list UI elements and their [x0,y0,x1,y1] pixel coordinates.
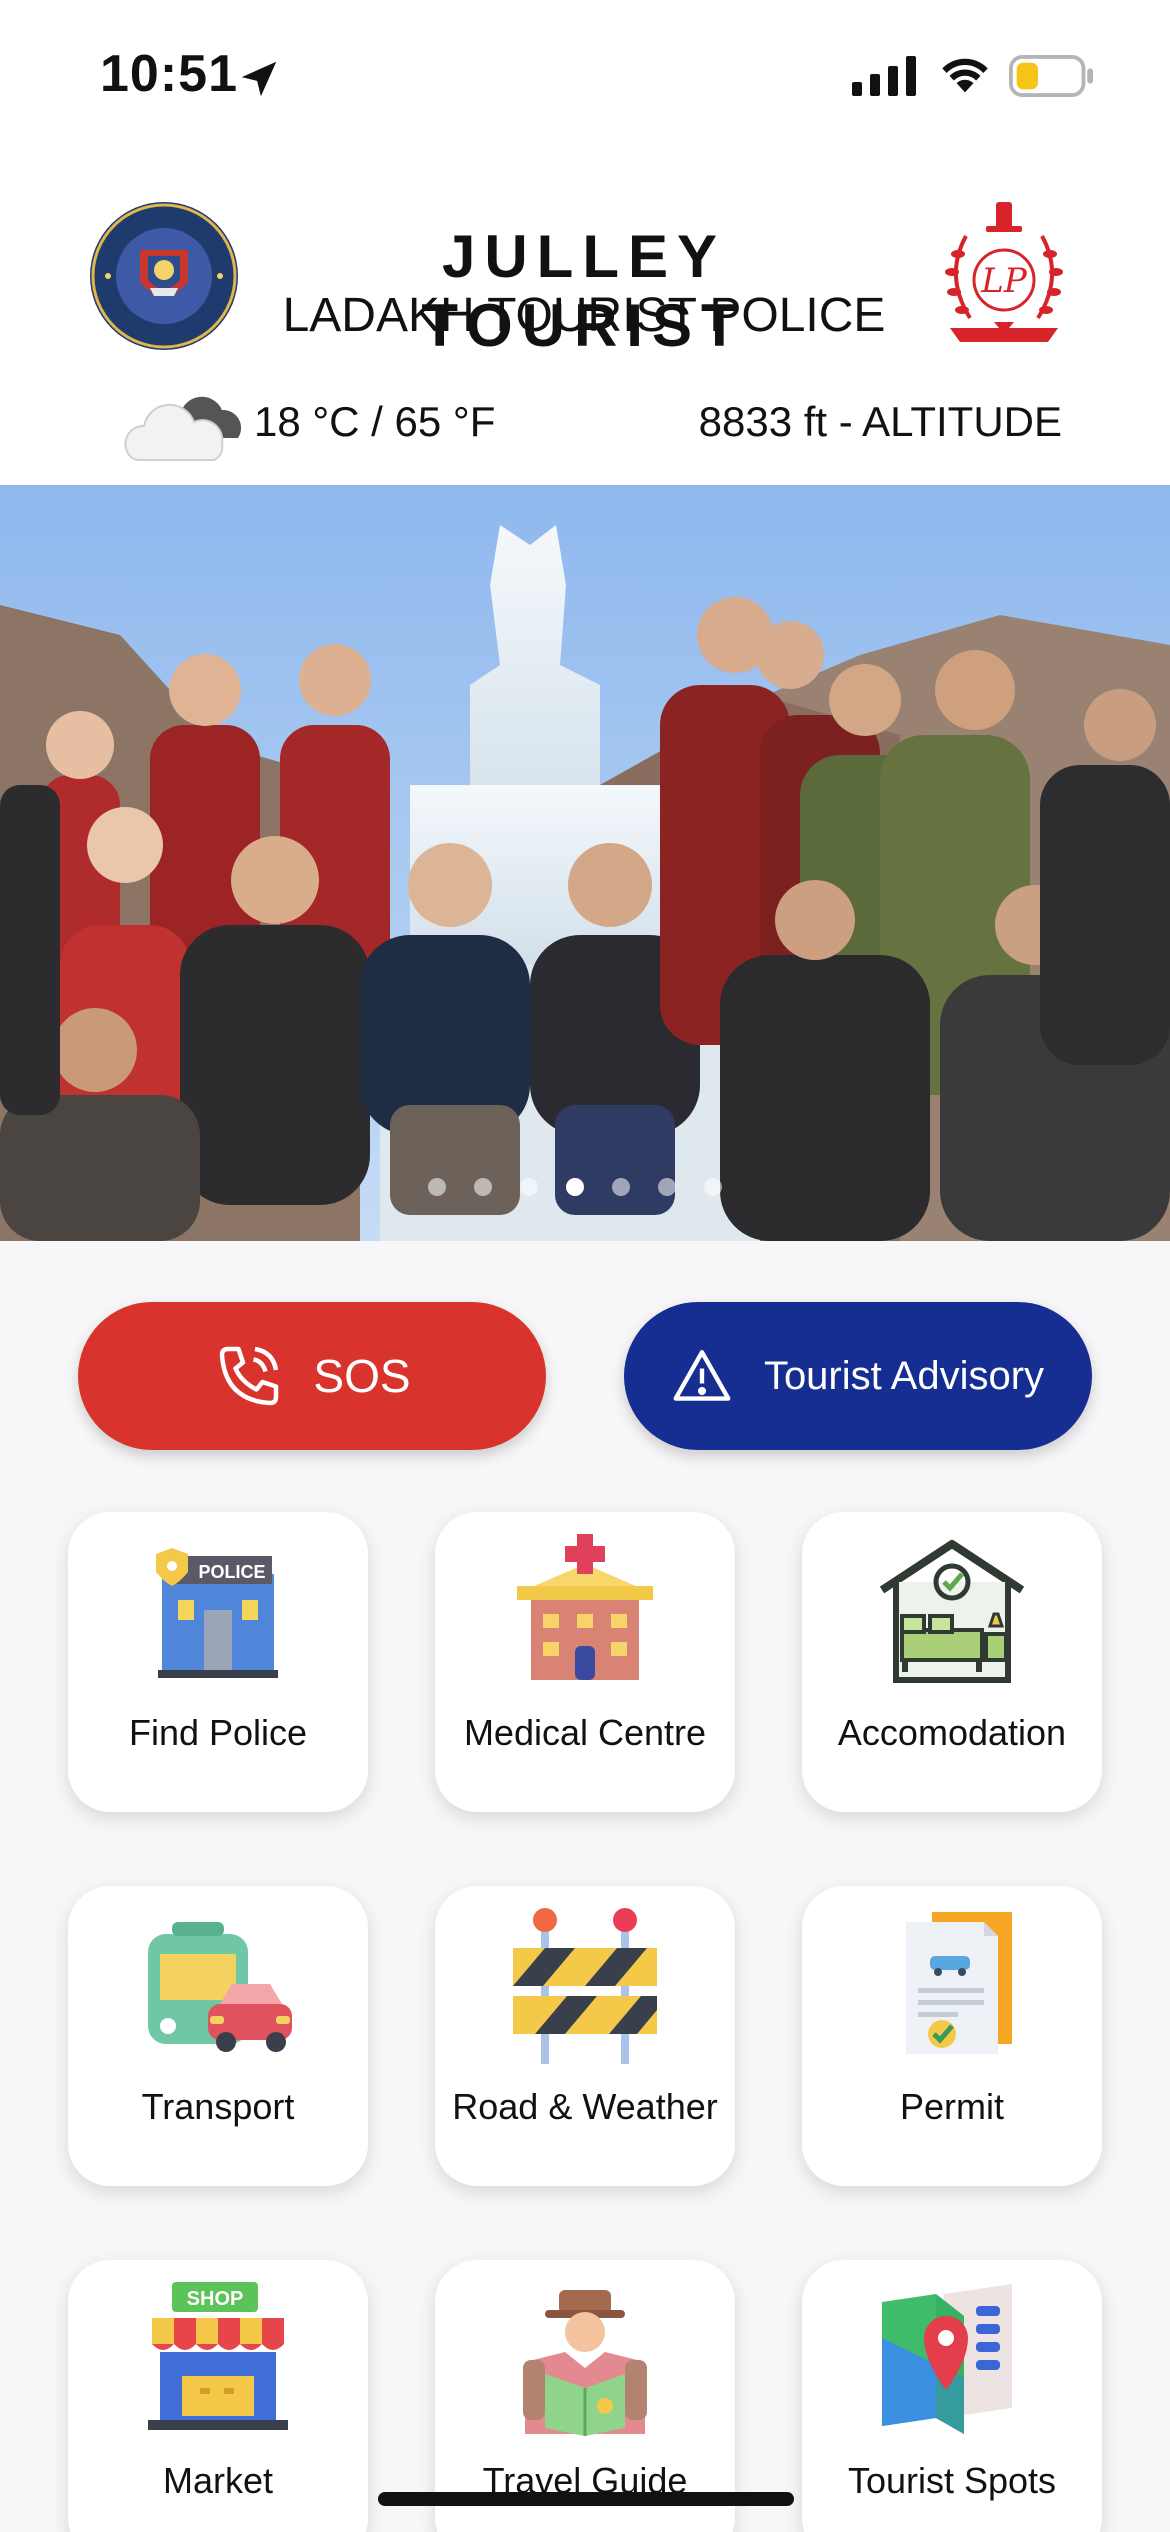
traveler-icon [523,2290,647,2436]
tile-label: Permit [899,2086,1004,2127]
hospital-icon [517,1534,653,1680]
tile-label: Tourist Spots [847,2460,1057,2501]
tile-accomodation[interactable]: Accomodation [802,1512,1102,1812]
tile-label: Transport [141,2086,295,2127]
svg-text:SHOP: SHOP [187,2288,244,2310]
tile-find-police[interactable]: POLICE Find Police [68,1512,368,1812]
wifi-icon [942,58,988,93]
tile-label: Road & Weather [452,2086,718,2127]
photo-carousel[interactable] [0,485,1170,1241]
app-subtitle: LADAKH TOURIST POLICE [282,289,886,342]
app-header: JULLEY TOURIST LADAKH TOURIST POLICE LP [0,150,1170,485]
bed-house-icon [879,1540,1025,1683]
road-barrier-icon [513,1908,657,2064]
tile-permit[interactable]: Permit [802,1886,1102,2186]
carousel-dot[interactable] [520,1178,538,1196]
tile-transport[interactable]: Transport [68,1886,368,2186]
battery-icon [1009,55,1093,97]
carousel-dot[interactable] [704,1178,722,1196]
home-indicator[interactable] [378,2492,794,2506]
tile-medical-centre[interactable]: Medical Centre [435,1512,735,1812]
permit-document-icon [906,1912,1012,2054]
svg-text:LP: LP [980,261,1028,301]
carousel-page-indicator[interactable] [428,1178,748,1198]
sos-button[interactable]: SOS [78,1302,546,1450]
svg-text:POLICE: POLICE [198,1562,265,1582]
carousel-dot[interactable] [566,1178,584,1196]
tourist-wing-logo [90,202,238,350]
cloud-weather-icon [124,396,242,461]
shop-icon: SHOP [148,2282,288,2430]
tourist-advisory-label: Tourist Advisory [763,1353,1045,1398]
carousel-photo [0,485,1170,1241]
map-pin-icon [882,2284,1012,2434]
tile-label: Medical Centre [463,1712,707,1753]
carousel-dot[interactable] [474,1178,492,1196]
bus-car-icon [148,1922,292,2052]
tile-road-weather[interactable]: Road & Weather [435,1886,735,2186]
status-bar: 10:51 [0,0,1170,150]
temperature-text: 18 °C / 65 °F [254,398,496,445]
carousel-dot[interactable] [612,1178,630,1196]
carousel-dot[interactable] [658,1178,676,1196]
tile-label: Accomodation [837,1712,1067,1753]
tile-market[interactable]: SHOP Market [68,2260,368,2532]
phone-icon [220,1346,279,1406]
tile-label: Market [162,2460,274,2501]
sos-label: SOS [313,1350,411,1402]
altitude-text: 8833 ft - ALTITUDE [698,398,1062,445]
carousel-dot[interactable] [428,1178,446,1196]
app-screen: 10:51 JULLEY TOURIST LADAKH TOURIST POLI… [0,0,1170,2532]
warning-icon [673,1350,731,1401]
cellular-signal-icon [852,56,916,96]
tile-tourist-spots[interactable]: Tourist Spots [802,2260,1102,2532]
tourist-advisory-button[interactable]: Tourist Advisory [624,1302,1092,1450]
police-station-icon: POLICE [156,1548,278,1678]
tile-label: Find Police [128,1712,308,1753]
ladakh-police-emblem: LP [945,202,1063,342]
status-time: 10:51 [100,45,238,103]
location-arrow-icon [241,61,277,97]
